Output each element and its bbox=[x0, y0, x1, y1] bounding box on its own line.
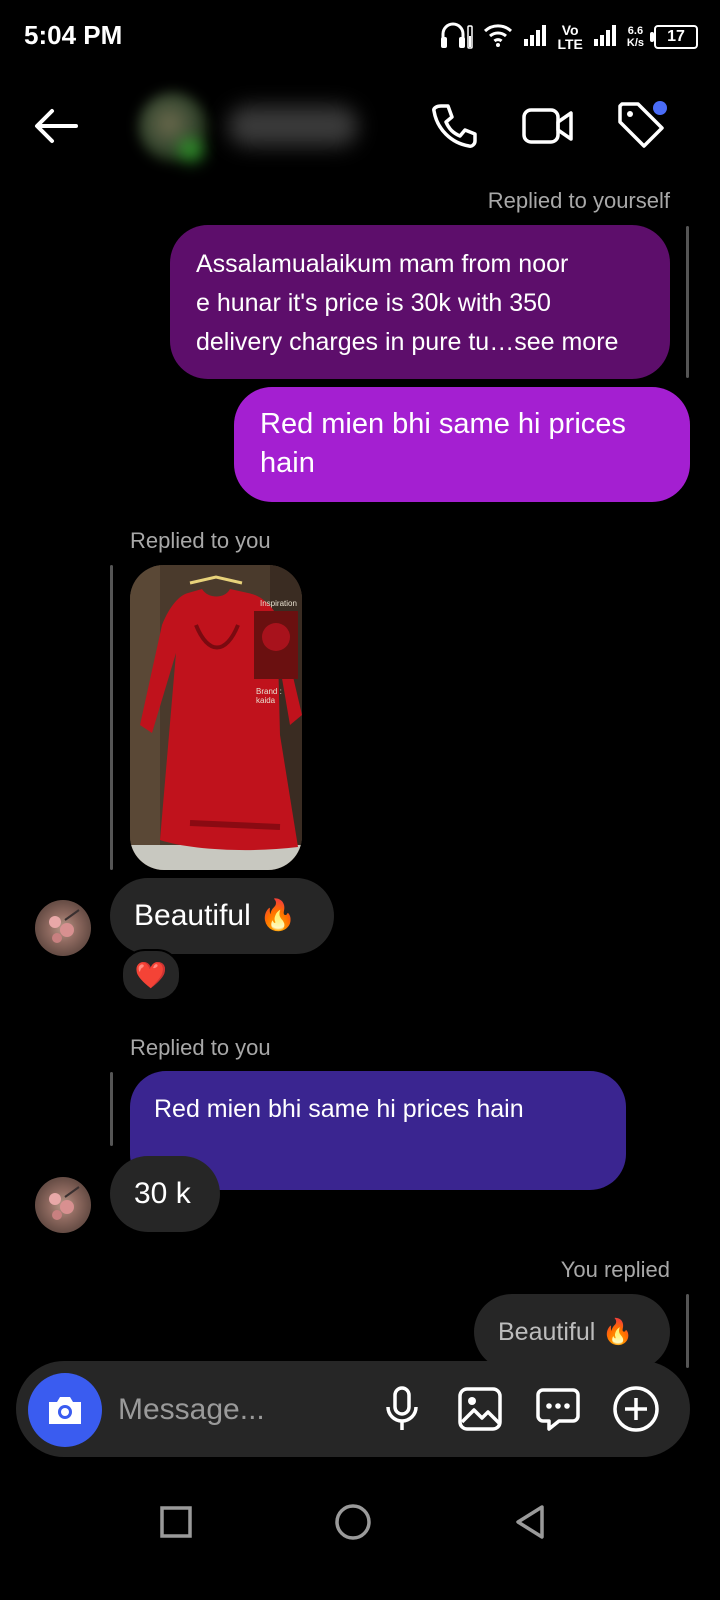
video-call-button[interactable] bbox=[520, 98, 576, 154]
contact-header[interactable] bbox=[128, 86, 378, 170]
sticker-icon bbox=[536, 1388, 580, 1431]
wifi-icon bbox=[483, 22, 513, 53]
status-time: 5:04 PM bbox=[24, 20, 123, 50]
system-back-button[interactable] bbox=[502, 1494, 558, 1550]
recents-icon bbox=[160, 1506, 192, 1538]
shared-photo[interactable]: Inspiration Brand : kaida bbox=[130, 565, 302, 870]
camera-icon bbox=[49, 1397, 81, 1424]
reply-meta-label: You replied bbox=[560, 1257, 670, 1282]
reply-indicator-line bbox=[110, 1072, 113, 1146]
message-line: Assalamualaikum mam from noor bbox=[196, 250, 569, 278]
video-icon bbox=[522, 108, 573, 144]
network-speed-value: 6.6 bbox=[627, 25, 644, 37]
image-caption: Brand : kaida bbox=[256, 687, 282, 705]
gallery-icon bbox=[458, 1387, 502, 1431]
network-speed: 6.6 K/s bbox=[627, 25, 644, 49]
quoted-text: Beautiful 🔥 bbox=[498, 1318, 634, 1346]
quoted-text: Red mien bhi same hi prices hain bbox=[154, 1095, 524, 1123]
home-icon bbox=[335, 1504, 371, 1540]
reply-meta-label: Replied to you bbox=[130, 1035, 271, 1060]
voice-call-button[interactable] bbox=[426, 98, 482, 154]
headphones-icon bbox=[439, 20, 474, 55]
quoted-message-bubble[interactable]: Beautiful 🔥 bbox=[474, 1294, 670, 1370]
message-text: Red mien bhi same hi prices hain bbox=[260, 408, 626, 479]
gallery-button[interactable] bbox=[452, 1381, 508, 1437]
volte-bottom: LTE bbox=[557, 36, 583, 52]
add-icon bbox=[613, 1386, 659, 1432]
sender-avatar[interactable] bbox=[35, 1177, 91, 1233]
network-speed-unit: K/s bbox=[626, 37, 644, 49]
battery-icon: 17 bbox=[650, 25, 698, 49]
signal-icon bbox=[593, 23, 617, 52]
camera-button[interactable] bbox=[28, 1373, 102, 1447]
sticker-button[interactable] bbox=[530, 1381, 586, 1437]
reply-indicator-line bbox=[110, 565, 113, 870]
volte-indicator: Vo LTE bbox=[557, 23, 582, 51]
home-button[interactable] bbox=[325, 1494, 381, 1550]
signal-icon bbox=[523, 23, 547, 52]
reply-indicator-line bbox=[686, 1294, 689, 1368]
message-composer bbox=[16, 1361, 690, 1457]
message-line: delivery charges in pure tu…see more bbox=[196, 328, 619, 356]
back-icon bbox=[516, 1505, 544, 1539]
tag-icon bbox=[618, 101, 667, 148]
sender-avatar[interactable] bbox=[35, 900, 91, 956]
reply-meta-label: Replied to yourself bbox=[487, 188, 670, 213]
message-input[interactable] bbox=[116, 1383, 350, 1437]
more-options-button[interactable] bbox=[608, 1381, 664, 1437]
received-message-bubble[interactable]: 30 k bbox=[110, 1156, 220, 1232]
contact-name-blurred bbox=[228, 106, 358, 146]
reply-meta-label: Replied to you bbox=[130, 528, 271, 553]
back-button[interactable] bbox=[28, 98, 84, 154]
sent-message-bubble[interactable]: Assalamualaikum mam from noor e hunar it… bbox=[170, 225, 670, 379]
status-icons: Vo LTE 6.6 K/s 17 bbox=[439, 20, 698, 54]
message-text: Beautiful 🔥 bbox=[134, 899, 297, 932]
reply-indicator-line bbox=[686, 226, 689, 378]
back-arrow-icon bbox=[35, 109, 78, 143]
phone-icon bbox=[432, 104, 477, 148]
message-line: e hunar it's price is 30k with 350 bbox=[196, 289, 551, 317]
received-message-bubble[interactable]: Beautiful 🔥 bbox=[110, 878, 334, 954]
flowers-avatar-image bbox=[49, 909, 80, 943]
contact-avatar bbox=[138, 92, 208, 162]
red-dress-image bbox=[130, 565, 302, 870]
voice-message-button[interactable] bbox=[374, 1381, 430, 1437]
image-caption: Inspiration bbox=[260, 599, 297, 608]
message-text: 30 k bbox=[134, 1177, 191, 1210]
volte-top: Vo bbox=[561, 22, 579, 38]
microphone-icon bbox=[386, 1386, 418, 1430]
tag-button[interactable] bbox=[614, 98, 670, 154]
sent-message-bubble[interactable]: Red mien bhi same hi prices hain bbox=[234, 387, 690, 502]
reaction-badge[interactable]: ❤️ bbox=[121, 949, 181, 1001]
flowers-avatar-image bbox=[49, 1186, 80, 1220]
recents-button[interactable] bbox=[148, 1494, 204, 1550]
